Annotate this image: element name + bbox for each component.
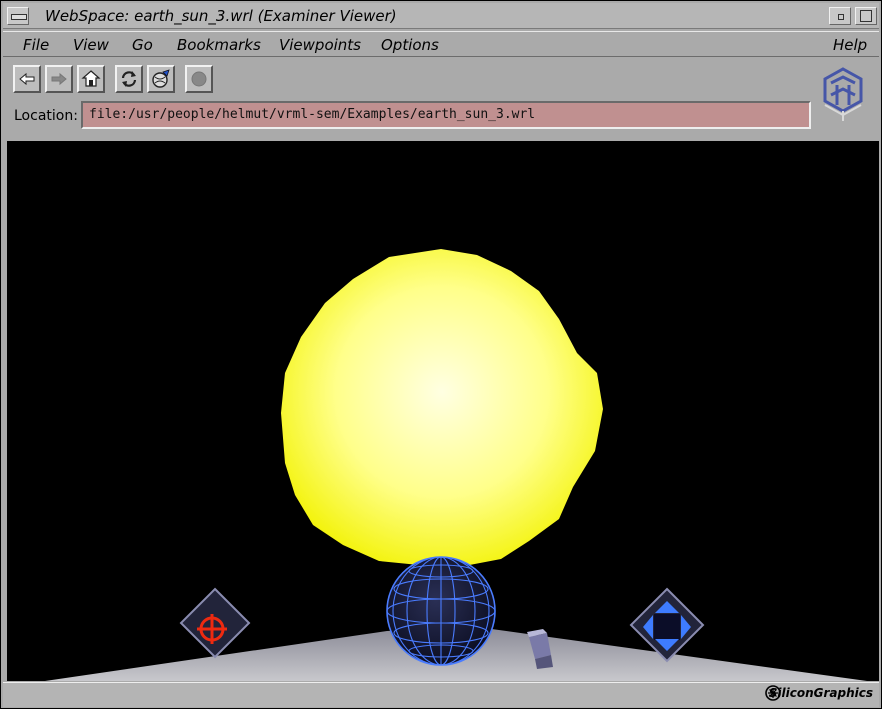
- reload-button[interactable]: [115, 65, 143, 93]
- open-world-icon: [152, 69, 170, 88]
- menu-viewpoints[interactable]: Viewpoints: [279, 36, 361, 54]
- menu-bar: File View Go Bookmarks Viewpoints Option…: [3, 31, 879, 57]
- menu-view[interactable]: View: [73, 36, 109, 54]
- sun-sphere: [281, 249, 603, 567]
- forward-button[interactable]: [45, 65, 73, 93]
- menu-go[interactable]: Go: [132, 36, 153, 54]
- earth-wireframe-sphere: [386, 556, 496, 666]
- reload-icon: [121, 71, 137, 87]
- location-label: Location:: [14, 108, 78, 124]
- title-bar[interactable]: WebSpace: earth_sun_3.wrl (Examiner View…: [3, 3, 879, 29]
- minimize-button[interactable]: [829, 7, 851, 25]
- status-bar: SiliconGraphics: [3, 682, 879, 707]
- sgi-brand-text: SiliconGraphics: [768, 686, 873, 700]
- window-menu-button[interactable]: [7, 7, 29, 25]
- seek-target-control-icon[interactable]: [179, 587, 251, 659]
- webspace-window: WebSpace: earth_sun_3.wrl (Examiner View…: [0, 0, 882, 709]
- back-icon: [19, 72, 35, 86]
- vrml-viewer-canvas[interactable]: [7, 141, 879, 681]
- menu-help[interactable]: Help: [833, 36, 867, 54]
- location-field[interactable]: file:/usr/people/helmut/vrml-sem/Example…: [81, 101, 811, 129]
- open-world-button[interactable]: [147, 65, 175, 93]
- back-button[interactable]: [13, 65, 41, 93]
- window-title: WebSpace: earth_sun_3.wrl (Examiner View…: [45, 7, 397, 25]
- menu-file[interactable]: File: [23, 36, 49, 54]
- maximize-button[interactable]: [855, 7, 877, 25]
- stop-icon: [191, 71, 207, 87]
- stop-button[interactable]: [185, 65, 213, 93]
- home-icon: [81, 70, 101, 87]
- menu-options[interactable]: Options: [381, 36, 439, 54]
- menu-bookmarks[interactable]: Bookmarks: [177, 36, 261, 54]
- home-button[interactable]: [77, 65, 105, 93]
- sgi-cube-logo-icon: [823, 67, 863, 121]
- forward-icon: [51, 72, 67, 86]
